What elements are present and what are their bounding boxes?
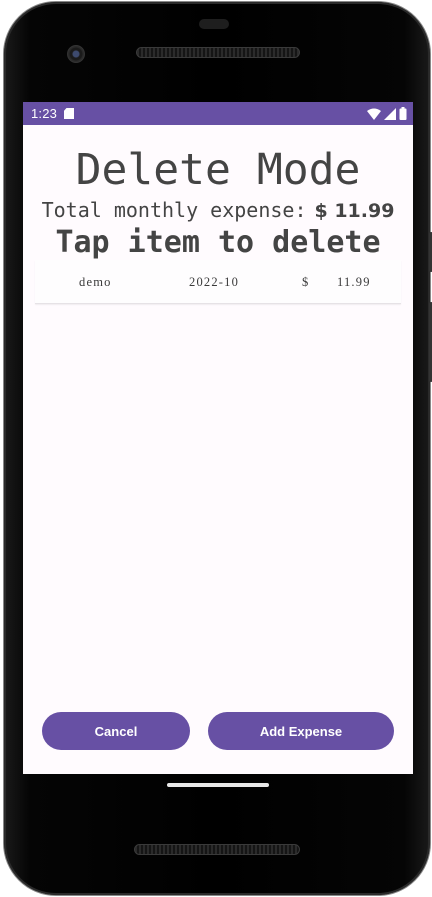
expense-currency: $ — [302, 275, 310, 289]
status-icons — [367, 106, 407, 121]
expense-date: 2022-10 — [189, 275, 240, 289]
expense-name: demo — [79, 275, 112, 289]
page-title: Delete Mode — [75, 145, 361, 195]
signal-icon — [384, 107, 396, 120]
total-expense-line: Total monthly expense: $ 11.99 — [23, 198, 413, 223]
cancel-button[interactable]: Cancel — [42, 712, 190, 750]
expense-row[interactable]: demo 2022-10 $ 11.99 — [35, 260, 401, 304]
bottom-speaker — [134, 844, 300, 855]
wifi-icon — [367, 108, 381, 120]
battery-icon — [399, 107, 407, 120]
app-screen: 1:23 Delete Mode Total monthly expense: $… — [23, 102, 413, 774]
total-expense-amount: $ 11.99 — [314, 200, 395, 222]
total-expense-label: Total monthly expense: — [41, 198, 307, 222]
expense-amount: 11.99 — [337, 275, 371, 289]
front-camera-icon — [67, 45, 85, 63]
top-sensor — [199, 19, 229, 29]
add-expense-button[interactable]: Add Expense — [208, 712, 394, 750]
status-bar: 1:23 — [23, 102, 413, 125]
sd-card-icon — [64, 108, 74, 119]
delete-instruction: Tap item to delete — [55, 225, 381, 260]
status-time: 1:23 — [31, 106, 58, 121]
earpiece-speaker — [136, 47, 300, 58]
home-indicator[interactable] — [167, 783, 269, 787]
expense-list: demo 2022-10 $ 11.99 — [35, 260, 401, 304]
